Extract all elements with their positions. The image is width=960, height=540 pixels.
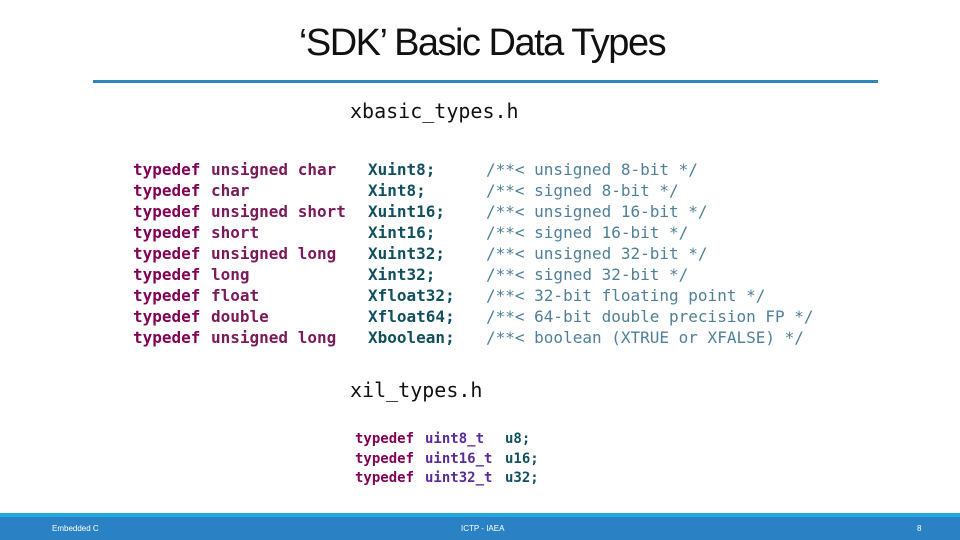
code-name: u32;: [505, 470, 539, 486]
code-comment: /**< signed 32-bit */: [486, 265, 689, 284]
code-name: Xboolean;: [368, 328, 455, 347]
code-base: unsigned long: [211, 244, 337, 263]
code-base: char: [211, 181, 250, 200]
code-name: Xfloat64;: [368, 307, 455, 326]
code-comment: /**< unsigned 32-bit */: [486, 244, 708, 263]
code-comment: /**< boolean (XTRUE or XFALSE) */: [486, 328, 804, 347]
code-base: short: [211, 223, 260, 242]
code-base: unsigned char: [211, 160, 337, 179]
code-name: Xuint8;: [368, 160, 436, 179]
code-base: unsigned long: [211, 328, 337, 347]
code-kw: typedef: [133, 265, 201, 284]
code-name: Xuint32;: [368, 244, 446, 263]
code-base: long: [211, 265, 250, 284]
code-kw: typedef: [133, 328, 201, 347]
code-kw: typedef: [133, 286, 201, 305]
code-comment: /**< unsigned 8-bit */: [486, 160, 698, 179]
slide-title: ‘SDK’ Basic Data Types: [298, 22, 667, 64]
code-kw: typedef: [355, 450, 415, 467]
code-kw: typedef: [133, 223, 201, 242]
code-base: uint8_t: [425, 431, 485, 447]
code-base: double: [211, 307, 269, 326]
xil-filename: xil_types.h: [350, 378, 483, 402]
code-kw: typedef: [355, 431, 415, 447]
code-base: uint32_t: [425, 470, 493, 486]
title-underline: [93, 80, 878, 83]
code-base: float: [211, 286, 260, 305]
code-kw: typedef: [133, 307, 201, 326]
code-comment: /**< signed 8-bit */: [486, 181, 679, 200]
page-number: 8: [917, 524, 922, 533]
code-name: Xint16;: [368, 223, 436, 242]
code-comment: /**< signed 16-bit */: [486, 223, 689, 242]
code-kw: typedef: [133, 244, 201, 263]
code-kw: typedef: [133, 181, 201, 200]
code-base: uint16_t: [425, 450, 493, 467]
code-name: u8;: [505, 431, 531, 447]
code-comment: /**< unsigned 16-bit */: [486, 202, 708, 221]
code-kw: typedef: [355, 470, 415, 486]
xbasic-filename: xbasic_types.h: [350, 99, 519, 123]
code-name: u16;: [505, 450, 539, 467]
code-name: Xint32;: [368, 265, 436, 284]
code-kw: typedef: [133, 202, 201, 221]
footer: Embedded C ICTP - IAEA 8: [0, 517, 960, 540]
code-name: Xfloat32;: [368, 286, 455, 305]
code-name: Xint8;: [368, 181, 426, 200]
footer-center: ICTP - IAEA: [461, 524, 505, 533]
code-comment: /**< 32-bit floating point */: [486, 286, 766, 305]
code-comment: /**< 64-bit double precision FP */: [486, 307, 814, 326]
footer-left: Embedded C: [52, 524, 99, 533]
code-kw: typedef: [133, 160, 201, 179]
code-name: Xuint16;: [368, 202, 446, 221]
code-base: unsigned short: [211, 202, 346, 221]
